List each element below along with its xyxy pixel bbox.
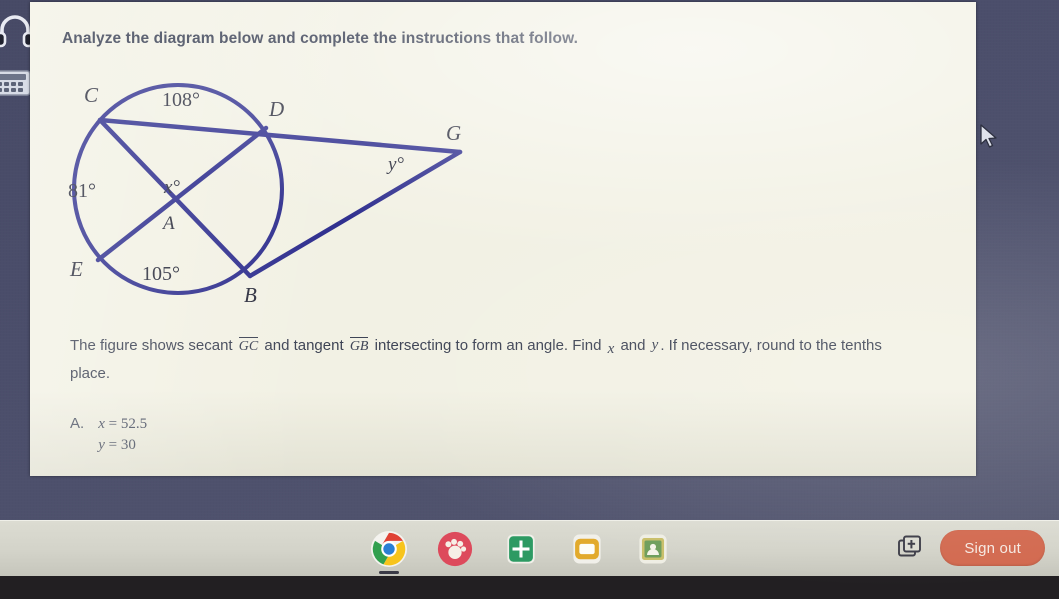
point-label-g: G [446, 121, 461, 145]
secant-line-gc [97, 117, 463, 155]
tangent-notation: GB [349, 337, 369, 354]
point-label-d: D [268, 97, 284, 121]
answer-choice-a[interactable]: A. x = 52.5 y = 30 [70, 414, 147, 456]
page-title: Analyze the diagram below and complete t… [62, 30, 579, 47]
choice-a-eq-1: = [108, 416, 118, 432]
statement-part-6: place. [70, 365, 111, 382]
headphones-icon[interactable] [0, 14, 34, 48]
taskbar: Sign out [0, 520, 1059, 576]
sheets-icon[interactable] [500, 528, 542, 570]
point-label-a: A [161, 213, 175, 234]
calculator-icon[interactable] [0, 70, 32, 96]
statement-part-5: . If necessary, round to the tenths [660, 337, 882, 354]
notes-icon[interactable] [566, 528, 608, 570]
screen-bezel [0, 575, 1059, 599]
chord-ed [95, 125, 269, 263]
choice-body-a: x = 52.5 y = 30 [98, 414, 147, 456]
point-label-b: B [244, 283, 257, 307]
arc-label-left: 81° [68, 180, 96, 202]
secant-notation: GC [238, 337, 259, 354]
mouse-cursor [980, 124, 997, 148]
statement-part-2: and tangent [264, 337, 344, 354]
angle-label-y: y° [386, 154, 404, 175]
statement-part-3: intersecting to form an angle. Find [374, 337, 602, 354]
choice-a-var-x: x [98, 416, 105, 432]
question-panel: Analyze the diagram below and complete t… [30, 2, 976, 476]
point-label-c: C [84, 83, 99, 107]
screen: Analyze the diagram below and complete t… [0, 0, 1059, 599]
classroom-icon[interactable] [632, 528, 674, 570]
choice-a-val-y: 30 [120, 437, 136, 453]
statement-var-x: x [607, 341, 615, 357]
choice-a-var-y: y [98, 437, 105, 453]
statement-var-y: y [651, 337, 659, 353]
question-statement: The figure shows secant GC and tangent G… [70, 332, 1010, 388]
new-window-icon[interactable] [898, 535, 924, 561]
choice-a-line-x: x = 52.5 [98, 414, 147, 435]
choice-a-val-x: 52.5 [120, 416, 148, 432]
geometry-diagram: C D E B A G 108° 81° 105° x° y° [58, 64, 528, 314]
taskbar-app-tray [368, 528, 674, 570]
statement-part-1: The figure shows secant [70, 337, 233, 354]
circle-secant-tangent-figure: C D E B A G 108° 81° 105° x° y° [68, 83, 463, 307]
arc-label-top: 108° [162, 89, 200, 111]
taskbar-right-tray: Sign out [898, 530, 1045, 566]
angle-label-x: x° [163, 177, 180, 198]
choice-a-eq-2: = [108, 437, 118, 453]
arc-label-bottom: 105° [142, 263, 180, 285]
paw-app-icon[interactable] [434, 528, 476, 570]
statement-part-4: and [620, 337, 646, 354]
chrome-icon[interactable] [368, 528, 410, 570]
choice-letter-a: A. [70, 415, 85, 432]
sign-out-button[interactable]: Sign out [940, 530, 1045, 566]
choice-a-line-y: y = 30 [98, 435, 147, 456]
point-label-e: E [69, 257, 83, 281]
